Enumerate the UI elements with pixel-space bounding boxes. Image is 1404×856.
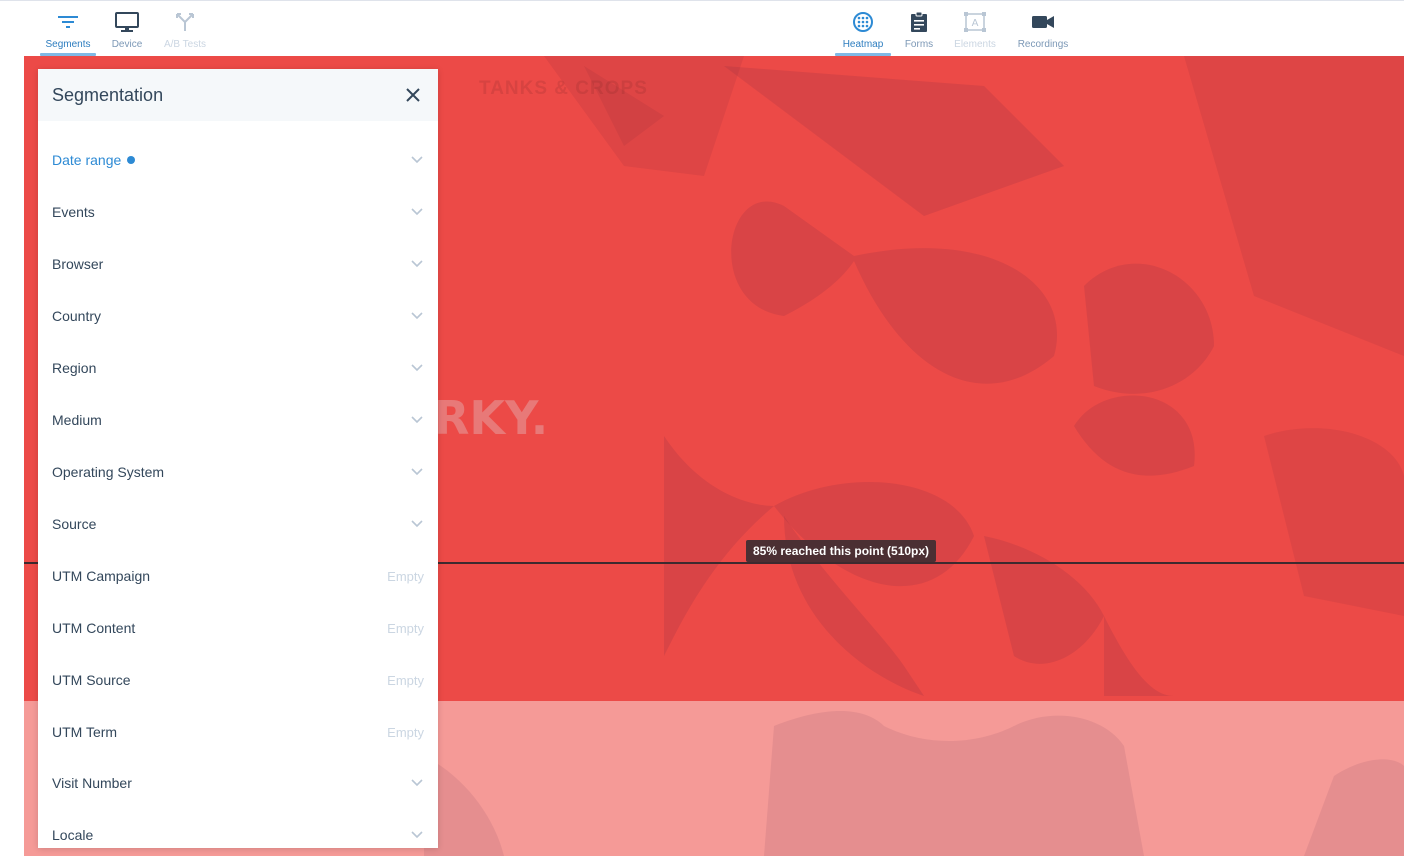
filter-utm-content[interactable]: UTM Content Empty <box>38 602 438 654</box>
filter-label: Region <box>52 360 97 376</box>
chevron-down-icon <box>410 311 424 321</box>
filter-label: Country <box>52 308 102 324</box>
chevron-down-icon <box>410 207 424 217</box>
active-indicator-dot <box>127 156 136 164</box>
segments-tab-label: Segments <box>45 39 91 50</box>
recordings-tab-label: Recordings <box>1017 39 1069 50</box>
recordings-tab[interactable]: Recordings <box>1011 9 1075 50</box>
heatmap-tab[interactable]: Heatmap <box>831 9 895 56</box>
filter-label: Visit Number <box>52 775 132 791</box>
elements-tab[interactable]: A Elements <box>943 9 1007 50</box>
heatmap-icon <box>852 9 874 35</box>
filter-events[interactable]: Events <box>38 186 438 238</box>
filter-label: Source <box>52 516 97 532</box>
chevron-down-icon <box>410 467 424 477</box>
filter-label: Events <box>52 204 95 220</box>
chevron-down-icon <box>410 363 424 373</box>
heatmap-tab-label: Heatmap <box>842 39 884 50</box>
forms-tab-label: Forms <box>904 39 934 50</box>
element-select-icon: A <box>963 9 987 35</box>
segments-tab[interactable]: Segments <box>36 9 100 56</box>
filter-label: Operating System <box>52 464 165 480</box>
chevron-down-icon <box>410 415 424 425</box>
top-toolbar: Segments Device A/B Tests Heatmap Forms … <box>0 0 1404 56</box>
chevron-down-icon <box>410 155 424 165</box>
close-button[interactable] <box>402 84 424 106</box>
filter-date-range[interactable]: Date range <box>38 134 438 186</box>
filter-visit-number[interactable]: Visit Number <box>38 757 438 809</box>
filter-region[interactable]: Region <box>38 342 438 394</box>
filter-label: Medium <box>52 412 102 428</box>
filter-operating-system[interactable]: Operating System <box>38 446 438 498</box>
filter-utm-term[interactable]: UTM Term Empty <box>38 706 438 758</box>
chevron-down-icon <box>410 778 424 788</box>
svg-text:A: A <box>972 18 979 29</box>
ab-tests-tab-label: A/B Tests <box>163 39 207 50</box>
filter-label: UTM Content <box>52 620 136 636</box>
page-nav-ghost: TANKS & CROPS <box>479 78 648 99</box>
ab-tests-tab[interactable]: A/B Tests <box>153 9 217 50</box>
filter-empty-value: Empty <box>387 672 424 688</box>
forms-tab[interactable]: Forms <box>887 9 951 50</box>
chevron-down-icon <box>410 830 424 840</box>
split-icon <box>175 9 195 35</box>
filter-label: Browser <box>52 256 104 272</box>
filter-browser[interactable]: Browser <box>38 238 438 290</box>
chevron-down-icon <box>410 259 424 269</box>
scroll-depth-label: 85% reached this point (510px) <box>746 540 937 562</box>
page-headline-ghost: RKY. <box>434 391 549 445</box>
filter-label: UTM Source <box>52 672 131 688</box>
panel-header: Segmentation <box>38 69 438 121</box>
clipboard-icon <box>910 9 928 35</box>
device-tab-label: Device <box>111 39 143 50</box>
filter-label: UTM Term <box>52 724 118 740</box>
monitor-icon <box>115 9 139 35</box>
video-camera-icon <box>1032 9 1054 35</box>
filter-country[interactable]: Country <box>38 290 438 342</box>
filter-utm-campaign[interactable]: UTM Campaign Empty <box>38 550 438 602</box>
filter-medium[interactable]: Medium <box>38 394 438 446</box>
filter-locale[interactable]: Locale <box>38 809 438 848</box>
filter-utm-source[interactable]: UTM Source Empty <box>38 654 438 706</box>
chevron-down-icon <box>410 519 424 529</box>
filter-empty-value: Empty <box>387 620 424 636</box>
device-tab[interactable]: Device <box>95 9 159 50</box>
filter-label: Locale <box>52 827 94 843</box>
elements-tab-label: Elements <box>954 39 996 50</box>
filter-label: Date range <box>52 152 122 168</box>
filter-icon <box>58 9 78 35</box>
filter-label: UTM Campaign <box>52 568 151 584</box>
filter-empty-value: Empty <box>387 724 424 740</box>
close-icon <box>406 88 420 102</box>
filter-empty-value: Empty <box>387 568 424 584</box>
panel-title: Segmentation <box>52 84 164 105</box>
filter-source[interactable]: Source <box>38 498 438 550</box>
segmentation-panel: Segmentation Date range Events Browser C… <box>38 69 438 848</box>
